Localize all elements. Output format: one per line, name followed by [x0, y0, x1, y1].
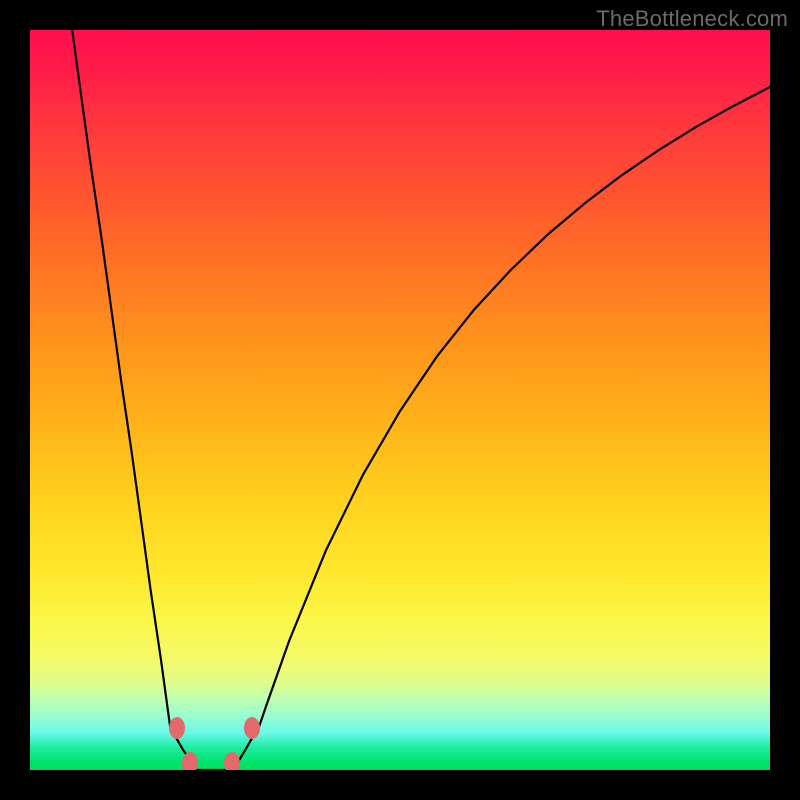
highlight-marker [224, 752, 240, 770]
highlight-marker [182, 752, 198, 770]
bottleneck-curve [30, 30, 770, 770]
highlight-marker [169, 717, 185, 739]
highlight-marker [244, 717, 260, 739]
curve-path [72, 30, 770, 770]
chart-frame: TheBottleneck.com [0, 0, 800, 800]
watermark-text: TheBottleneck.com [596, 6, 788, 32]
plot-area [30, 30, 770, 770]
